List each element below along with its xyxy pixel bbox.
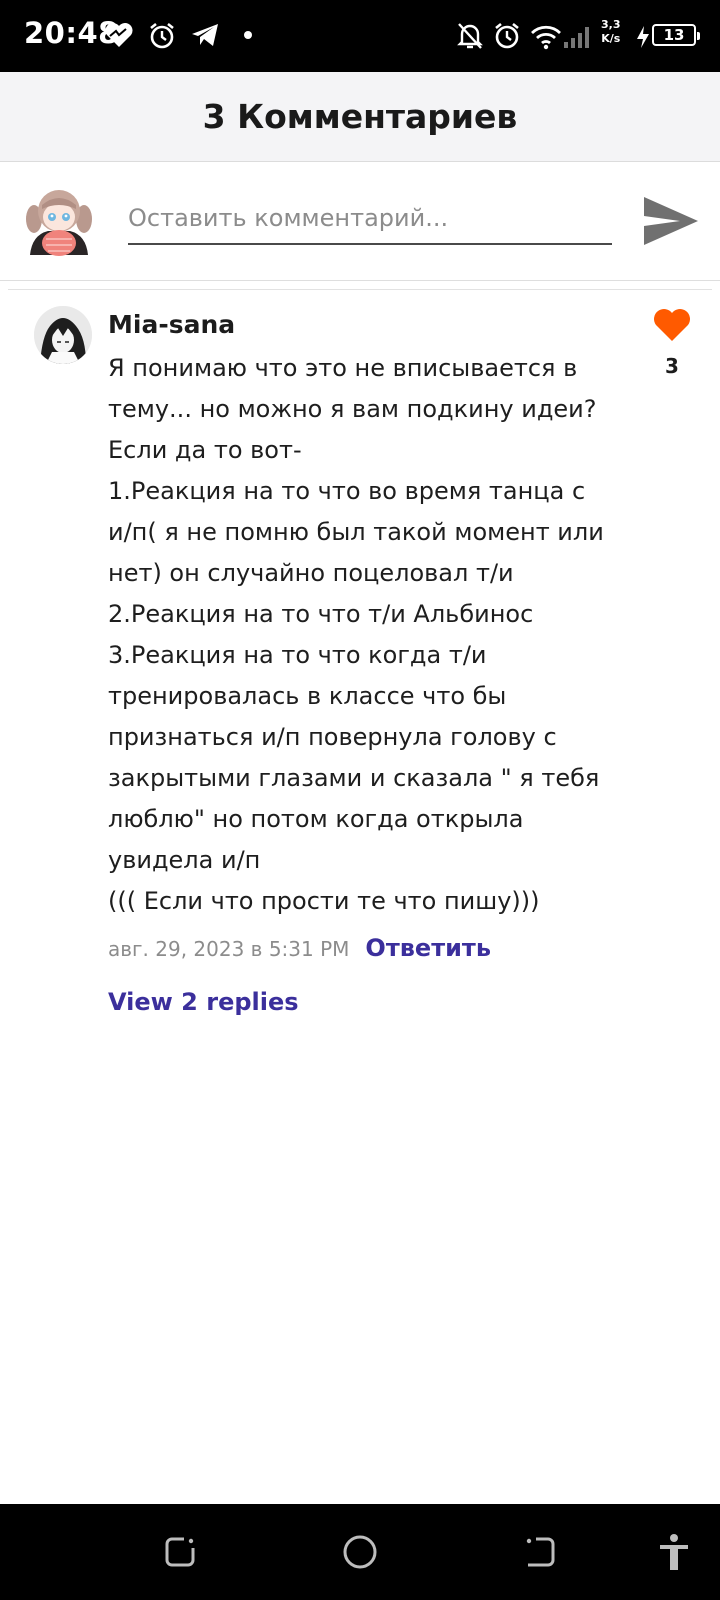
comment-author-avatar[interactable] [34, 306, 92, 364]
page-title: 3 Комментариев [202, 97, 518, 136]
status-bar: 20:48 3,3 K/s 13 [0, 0, 720, 72]
accessibility-button[interactable] [652, 1530, 696, 1574]
current-user-avatar [26, 190, 92, 256]
comment-date: авг. 29, 2023 в 5:31 PM [108, 937, 350, 961]
back-icon [526, 1537, 555, 1567]
comment-input[interactable] [128, 193, 612, 245]
signal-icon [564, 27, 589, 48]
comment-line: 1.Реакция на то что во время танца с [108, 477, 586, 505]
comment-compose [0, 163, 720, 281]
wifi-icon [531, 25, 561, 50]
comment-line: Если да то вот- [108, 436, 302, 464]
net-speed-value: 3,3 [601, 18, 621, 31]
divider [8, 289, 712, 290]
comment-line: ((( Если что прости те что пишу))) [108, 887, 540, 915]
comment-line: 3.Реакция на то что когда т/и [108, 641, 487, 669]
home-icon [343, 1535, 377, 1569]
comment-meta: авг. 29, 2023 в 5:31 PM Ответить [108, 934, 491, 962]
comment-line: люблю" но потом когда открыла [108, 805, 524, 833]
comments-header: 3 Комментариев [0, 72, 720, 162]
comment-line: 2.Реакция на то что т/и Альбинос [108, 600, 534, 628]
like-button[interactable] [650, 306, 694, 346]
accessibility-icon [660, 1534, 688, 1570]
alarm-icon [150, 22, 174, 49]
comment-line: нет) он случайно поцеловал т/и [108, 559, 514, 587]
net-speed-unit: K/s [601, 32, 621, 45]
comment-line: закрытыми глазами и сказала " я тебя [108, 764, 600, 792]
comment-line: признаться и/п повернула голову с [108, 723, 557, 751]
charging-icon [637, 26, 649, 48]
comment-line: Я понимаю что это не вписывается в [108, 354, 578, 382]
like-count: 3 [665, 354, 679, 378]
dot-icon [244, 31, 252, 39]
comment-line: увидела и/п [108, 846, 261, 874]
comment-line: тренировалась в классе что бы [108, 682, 507, 710]
battery-indicator: 13 [652, 24, 700, 46]
comment-line: и/п( я не помню был такой момент или [108, 518, 604, 546]
telegram-icon [192, 24, 218, 46]
bell-off-icon [457, 23, 483, 49]
comment-text: Я понимаю что это не вписывается в тему.… [108, 348, 608, 922]
battery-level: 13 [663, 25, 685, 44]
net-speed: 3,3 K/s [601, 18, 621, 46]
send-icon [644, 197, 698, 245]
heart-icon [654, 308, 690, 341]
comment-author[interactable]: Mia-sana [108, 310, 235, 339]
recent-apps-button[interactable] [158, 1530, 202, 1574]
navigation-bar [0, 1504, 720, 1600]
heart-icon [105, 23, 133, 47]
reply-button[interactable]: Ответить [365, 934, 491, 962]
alarm-icon [495, 22, 519, 49]
home-button[interactable] [338, 1530, 382, 1574]
recent-apps-icon [165, 1537, 195, 1567]
send-button[interactable] [640, 191, 700, 251]
comment-line: тему... но можно я вам подкину идеи? [108, 395, 597, 423]
avatar-image [34, 306, 92, 364]
back-button[interactable] [518, 1530, 562, 1574]
view-replies-link[interactable]: View 2 replies [108, 988, 299, 1016]
